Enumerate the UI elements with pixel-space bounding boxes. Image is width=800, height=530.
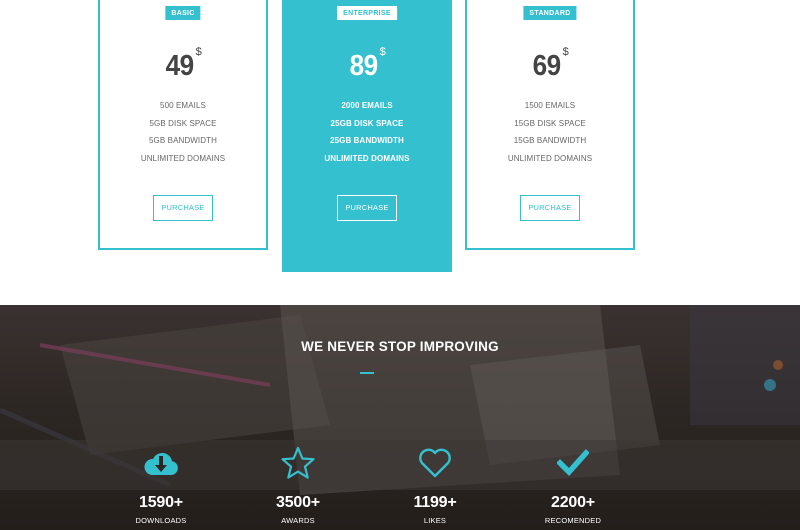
feature-item: UNLIMITED DOMAINS — [324, 154, 410, 164]
plan-price: 49 $ — [100, 46, 266, 83]
stat-value: 1199+ — [413, 494, 457, 511]
heart-icon — [385, 445, 485, 481]
feature-item: 25GB DISK SPACE — [330, 118, 404, 128]
plan-badge: BASIC — [165, 6, 201, 20]
feature-item: 5GB DISK SPACE — [149, 118, 217, 128]
feature-item: 15GB BANDWIDTH — [513, 136, 587, 146]
stat-label: DOWNLOADS — [135, 516, 187, 525]
pricing-card-standard: STANDARD 69 $ 1500 EMAILS 15GB DISK SPACE… — [465, 0, 635, 250]
plan-badge: ENTERPRISE — [337, 6, 397, 20]
stats-section: WE NEVER STOP IMPROVING 1590+ DOWNLOADS … — [0, 305, 800, 530]
check-icon — [523, 445, 623, 481]
plan-price: 69 $ — [467, 46, 633, 83]
plan-badge: STANDARD — [523, 6, 577, 20]
price-currency: $ — [379, 46, 386, 58]
feature-item: UNLIMITED DOMAINS — [507, 154, 593, 164]
feature-item: UNLIMITED DOMAINS — [140, 154, 226, 164]
plan-features: 2000 EMAILS 25GB DISK SPACE 25GB BANDWID… — [282, 97, 452, 168]
purchase-button-standard[interactable]: PURCHASE — [520, 195, 580, 221]
stat-recommended: 2200+ RECOMENDED — [523, 445, 623, 525]
stat-value: 3500+ — [276, 494, 320, 511]
feature-item: 5GB BANDWIDTH — [149, 136, 217, 146]
price-currency: $ — [195, 46, 202, 58]
price-amount: 69 — [532, 50, 562, 82]
price-amount: 89 — [349, 50, 379, 82]
section-title: WE NEVER STOP IMPROVING — [301, 339, 499, 354]
plan-features: 1500 EMAILS 15GB DISK SPACE 15GB BANDWID… — [467, 97, 633, 168]
feature-item: 500 EMAILS — [160, 101, 206, 110]
plan-features: 500 EMAILS 5GB DISK SPACE 5GB BANDWIDTH … — [100, 97, 266, 168]
title-divider — [360, 372, 374, 374]
price-amount: 49 — [165, 50, 195, 82]
pricing-card-enterprise: ENTERPRISE 89 $ 2000 EMAILS 25GB DISK SPA… — [282, 0, 452, 272]
feature-item: 1500 EMAILS — [524, 101, 576, 110]
purchase-button-basic[interactable]: PURCHASE — [153, 195, 213, 221]
feature-item: 25GB BANDWIDTH — [330, 136, 404, 146]
purchase-button-enterprise[interactable]: PURCHASE — [337, 195, 397, 221]
stat-label: LIKES — [423, 516, 447, 525]
pricing-card-basic: BASIC 49 $ 500 EMAILS 5GB DISK SPACE 5GB … — [98, 0, 268, 250]
stat-downloads: 1590+ DOWNLOADS — [111, 445, 211, 525]
price-currency: $ — [562, 46, 569, 58]
stat-awards: 3500+ AWARDS — [248, 445, 348, 525]
stat-label: AWARDS — [281, 516, 315, 525]
star-icon — [248, 445, 348, 481]
cloud-download-icon — [111, 445, 211, 481]
stat-value: 2200+ — [551, 494, 595, 511]
plan-price: 89 $ — [282, 46, 452, 83]
stat-likes: 1199+ LIKES — [385, 445, 485, 525]
stat-value: 1590+ — [139, 494, 183, 511]
feature-item: 15GB DISK SPACE — [514, 118, 586, 128]
feature-item: 2000 EMAILS — [341, 101, 393, 110]
stat-label: RECOMENDED — [544, 516, 602, 525]
pricing-section: BASIC 49 $ 500 EMAILS 5GB DISK SPACE 5GB … — [0, 0, 800, 305]
